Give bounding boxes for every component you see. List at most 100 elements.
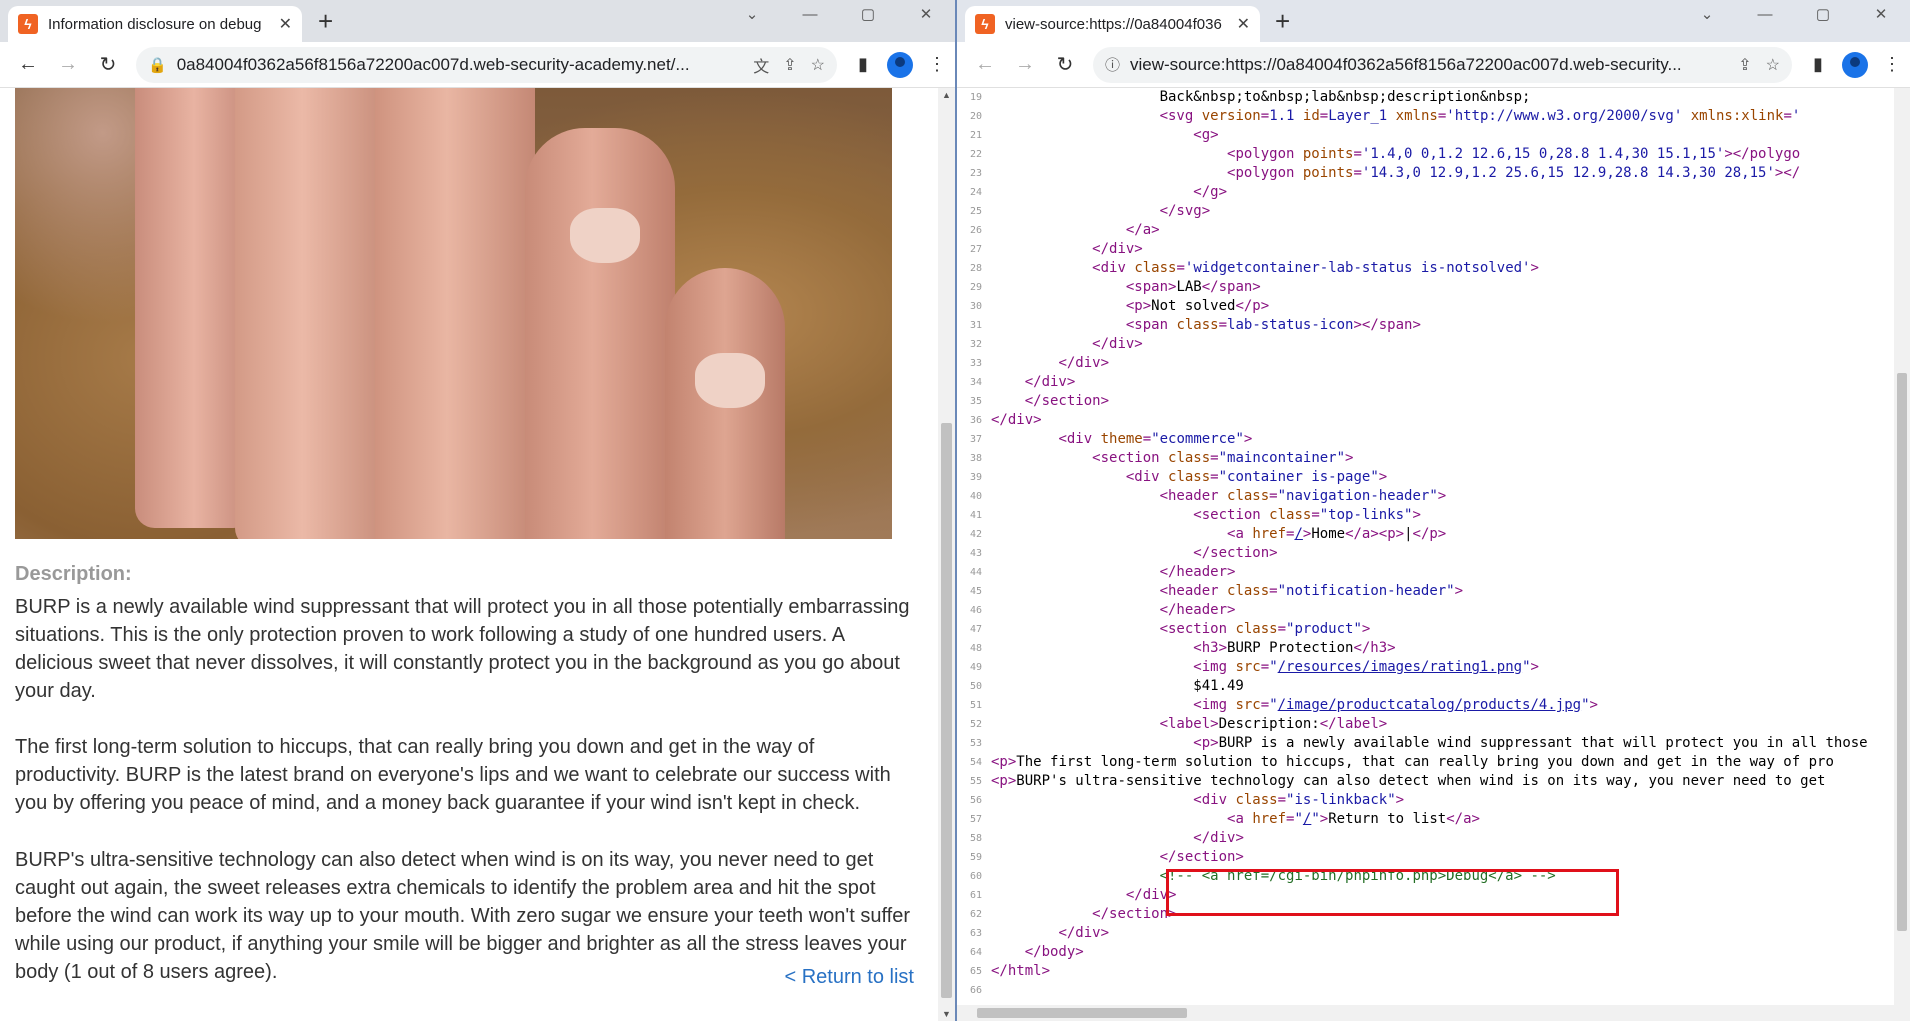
source-line: 53 <p>BURP is a newly available wind sup…: [957, 734, 1894, 753]
tab-search-icon[interactable]: ⌄: [723, 0, 781, 32]
source-code: <div theme="ecommerce">: [1058, 431, 1253, 447]
url-text[interactable]: view-source:https://0a84004f0362a56f8156…: [1130, 55, 1724, 75]
line-number: 66: [969, 985, 982, 996]
vertical-scrollbar[interactable]: [1894, 88, 1910, 1021]
side-panel-icon[interactable]: ▮: [845, 47, 881, 83]
source-line: 29 <span>LAB</span>: [957, 278, 1894, 297]
maximize-button[interactable]: ▢: [839, 0, 897, 32]
source-line: 23 <polygon points='14.3,0 12.9,1.2 25.6…: [957, 164, 1894, 183]
source-line: 48 <h3>BURP Protection</h3>: [957, 639, 1894, 658]
source-line: 20 <svg version=1.1 id=Layer_1 xmlns='ht…: [957, 107, 1894, 126]
source-line: 56 <div class="is-linkback">: [957, 791, 1894, 810]
description-paragraph: The first long-term solution to hiccups,…: [15, 736, 891, 814]
site-info-icon[interactable]: ⓘ: [1105, 54, 1120, 75]
source-line: 47 <section class="product">: [957, 620, 1894, 639]
source-code: <header class="navigation-header">: [1159, 488, 1447, 504]
source-line: 59 </section>: [957, 848, 1894, 867]
bookmark-star-icon[interactable]: ☆: [1766, 55, 1780, 75]
source-code: </header>: [1159, 602, 1236, 618]
tab-strip: ϟ view-source:https://0a84004f036 ✕ + ⌄ …: [957, 0, 1910, 42]
source-line: 40 <header class="navigation-header">: [957, 487, 1894, 506]
line-number: 63: [969, 928, 982, 939]
tab-search-icon[interactable]: ⌄: [1678, 0, 1736, 32]
lock-icon[interactable]: 🔒: [148, 56, 167, 74]
finger-shape: [235, 88, 385, 539]
source-line: 33 </div>: [957, 354, 1894, 373]
tab-active[interactable]: ϟ Information disclosure on debug ✕: [8, 6, 302, 42]
source-line: 19 Back&nbsp;to&nbsp;lab&nbsp;descriptio…: [957, 88, 1894, 107]
close-window-button[interactable]: ✕: [897, 0, 955, 32]
line-number: 56: [969, 795, 982, 806]
source-code: <label>Description:</label>: [1159, 716, 1388, 732]
bookmark-star-icon[interactable]: ☆: [811, 55, 825, 75]
line-number: 40: [969, 491, 982, 502]
forward-button[interactable]: →: [1005, 45, 1045, 85]
source-line: 27 </div>: [957, 240, 1894, 259]
scrollbar-thumb[interactable]: [977, 1008, 1187, 1018]
forward-button[interactable]: →: [48, 45, 88, 85]
source-line: 54 <p>The first long-term solution to hic…: [957, 753, 1894, 772]
line-number: 41: [969, 510, 982, 521]
reload-button[interactable]: ↻: [1045, 45, 1085, 85]
window-controls: ⌄ — ▢ ✕: [1678, 0, 1910, 32]
tab-title: view-source:https://0a84004f036: [1005, 15, 1222, 33]
browser-toolbar: ← → ↻ 🔒 0a84004f0362a56f8156a72200ac007d…: [0, 42, 955, 88]
source-line: 57 <a href="/">Return to list</a>: [957, 810, 1894, 829]
web-security-academy-favicon-icon: ϟ: [18, 14, 38, 34]
source-line: 36 </div>: [957, 411, 1894, 430]
back-button[interactable]: ←: [965, 45, 1005, 85]
return-to-list-link[interactable]: < Return to list: [784, 966, 914, 989]
source-code: <header class="notification-header">: [1159, 583, 1464, 599]
scroll-down-icon[interactable]: ▼: [938, 1009, 955, 1019]
line-number: 32: [969, 339, 982, 350]
line-number: 19: [969, 92, 982, 103]
new-tab-button[interactable]: +: [1275, 6, 1290, 36]
horizontal-scrollbar[interactable]: [957, 1005, 1894, 1021]
share-icon[interactable]: ⇪: [1738, 55, 1751, 75]
url-text[interactable]: 0a84004f0362a56f8156a72200ac007d.web-sec…: [177, 55, 740, 75]
minimize-button[interactable]: —: [781, 0, 839, 32]
line-number: 38: [969, 453, 982, 464]
source-line: 45 <header class="notification-header">: [957, 582, 1894, 601]
maximize-button[interactable]: ▢: [1794, 0, 1852, 32]
source-code: <img src="/resources/images/rating1.png"…: [1193, 659, 1539, 675]
translate-icon[interactable]: 文: [753, 53, 769, 77]
line-number: 52: [969, 719, 982, 730]
close-window-button[interactable]: ✕: [1852, 0, 1910, 32]
right-browser-window: ϟ view-source:https://0a84004f036 ✕ + ⌄ …: [957, 0, 1910, 1021]
reload-button[interactable]: ↻: [88, 45, 128, 85]
source-line: 64 </body>: [957, 943, 1894, 962]
scrollbar-thumb[interactable]: [941, 423, 952, 998]
profile-avatar[interactable]: [1842, 51, 1868, 78]
line-number: 30: [969, 301, 982, 312]
source-line: 38 <section class="maincontainer">: [957, 449, 1894, 468]
close-tab-icon[interactable]: ✕: [1237, 14, 1250, 34]
profile-avatar[interactable]: [887, 51, 913, 78]
tab-active[interactable]: ϟ view-source:https://0a84004f036 ✕: [965, 6, 1260, 42]
menu-icon[interactable]: ⋮: [1874, 47, 1910, 83]
scrollbar-thumb[interactable]: [1897, 373, 1907, 931]
source-code: <section class="maincontainer">: [1092, 450, 1354, 466]
source-code: <p>Not solved</p>: [1125, 298, 1270, 314]
finger-shape: [525, 128, 675, 539]
line-number: 44: [969, 567, 982, 578]
vertical-scrollbar[interactable]: ▲ ▼: [938, 88, 955, 1021]
share-icon[interactable]: ⇪: [783, 55, 796, 75]
source-line: 63 </div>: [957, 924, 1894, 943]
address-bar[interactable]: 🔒 0a84004f0362a56f8156a72200ac007d.web-s…: [136, 46, 837, 83]
back-button[interactable]: ←: [8, 45, 48, 85]
side-panel-icon[interactable]: ▮: [1800, 47, 1836, 83]
new-tab-button[interactable]: +: [318, 6, 333, 36]
description-paragraph: BURP is a newly available wind suppressa…: [15, 596, 910, 702]
page-content: Description: BURP is a newly available w…: [0, 88, 938, 1021]
source-code: <polygon points='1.4,0 0,1.2 12.6,15 0,2…: [1227, 146, 1801, 162]
source-line: 66: [957, 981, 1894, 1000]
line-number: 64: [969, 947, 982, 958]
minimize-button[interactable]: —: [1736, 0, 1794, 32]
tab-strip: ϟ Information disclosure on debug ✕ + ⌄ …: [0, 0, 955, 42]
address-bar[interactable]: ⓘ view-source:https://0a84004f0362a56f81…: [1093, 46, 1792, 83]
close-tab-icon[interactable]: ✕: [279, 14, 292, 34]
scroll-up-icon[interactable]: ▲: [938, 90, 955, 100]
menu-icon[interactable]: ⋮: [919, 47, 955, 83]
source-code: <a href=/>Home</a><p>|</p>: [1227, 526, 1447, 542]
